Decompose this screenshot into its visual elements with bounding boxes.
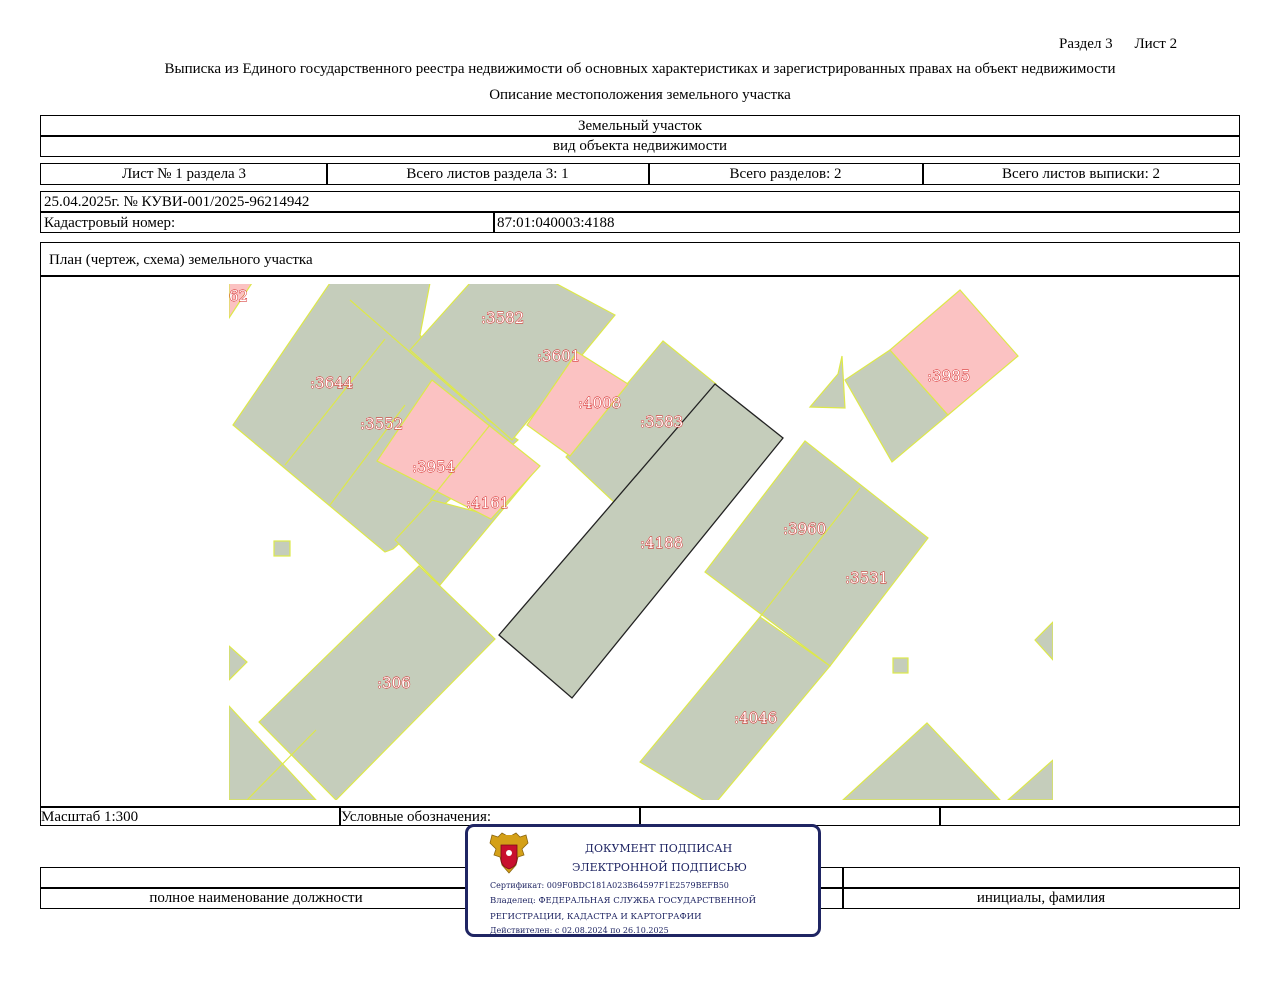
plan-title: План (чертеж, схема) земельного участка xyxy=(49,252,313,268)
owner-line-2: РЕГИСТРАЦИИ, КАДАСТРА И КАРТОГРАФИИ xyxy=(490,912,702,922)
parcel-label-306: :306 xyxy=(377,674,411,692)
parcel-label-4046: :4046 xyxy=(734,709,777,727)
owner-line-1: Владелец: ФЕДЕРАЛЬНАЯ СЛУЖБА ГОСУДАРСТВЕ… xyxy=(490,896,757,906)
section-sheet-header: Раздел 3 Лист 2 xyxy=(1059,36,1177,53)
cadastral-plan-map: 62 :3582 :3601 :3644 :4008 :3583 :3552 :… xyxy=(40,276,1240,806)
legend-label: Условные обозначения: xyxy=(341,809,492,825)
sheet-number: Лист 2 xyxy=(1134,36,1178,52)
parcel-label-3582: :3582 xyxy=(481,309,524,327)
cadastral-number-label: Кадастровый номер: xyxy=(44,215,176,231)
coat-of-arms-icon xyxy=(489,832,529,874)
sheet-number-cell: Лист № 1 раздела 3 xyxy=(122,166,246,182)
total-section-sheets-cell: Всего листов раздела 3: 1 xyxy=(406,166,569,182)
parcel-label-3531: :3531 xyxy=(845,569,888,587)
signature-line-2: ЭЛЕКТРОННОЙ ПОДПИСЬЮ xyxy=(572,861,747,874)
signature-line-1: ДОКУМЕНТ ПОДПИСАН xyxy=(585,842,733,855)
plan-drawing: 62 :3582 :3601 :3644 :4008 :3583 :3552 :… xyxy=(229,284,1053,800)
parcel-square-left xyxy=(273,540,291,557)
parcel-bottom-tri xyxy=(842,722,1001,800)
parcel-label-62: 62 xyxy=(229,287,248,305)
total-sections-cell: Всего разделов: 2 xyxy=(729,166,842,182)
parcel-label-3601: :3601 xyxy=(537,347,580,365)
certificate-number: Сертификат: 009F0BDC181A023B64597F1E2579… xyxy=(490,881,729,890)
parcel-square-right xyxy=(892,657,909,674)
sheets-info-table: Лист № 1 раздела 3 Всего листов раздела … xyxy=(40,163,1240,185)
parcel-right-bottom xyxy=(1007,759,1053,800)
section-number: Раздел 3 xyxy=(1059,36,1113,52)
object-type-value: Земельный участок xyxy=(577,118,703,134)
parcel-label-3644: :3644 xyxy=(310,374,353,392)
document-subtitle: Описание местоположения земельного участ… xyxy=(489,87,791,103)
parcel-label-3954: :3954 xyxy=(412,458,455,476)
total-extract-sheets-cell: Всего листов выписки: 2 xyxy=(1002,166,1160,182)
scale-label: Масштаб 1:300 xyxy=(41,809,139,825)
parcel-label-3583: :3583 xyxy=(640,413,683,431)
cadastral-number-value: 87:01:040003:4188 xyxy=(497,215,615,231)
validity-period: Действителен: с 02.08.2024 по 26.10.2025 xyxy=(490,926,669,935)
document-title: Выписка из Единого государственного реес… xyxy=(164,61,1116,77)
parcel-right-small xyxy=(1034,621,1053,661)
position-caption: полное наименование должности xyxy=(149,890,363,906)
parcel-label-3552: :3552 xyxy=(360,415,403,433)
object-type-caption: вид объекта недвижимости xyxy=(552,138,728,154)
parcel-triangle xyxy=(808,355,846,409)
object-type-table: Земельный участок вид объекта недвижимос… xyxy=(40,115,1240,157)
initials-caption: инициалы, фамилия xyxy=(976,890,1106,906)
parcel-label-4161: :4161 xyxy=(466,494,509,512)
parcel-label-3985: :3985 xyxy=(927,367,970,385)
electronic-signature-stamp: ДОКУМЕНТ ПОДПИСАН ЭЛЕКТРОННОЙ ПОДПИСЬЮ С… xyxy=(465,824,821,937)
parcel-label-4008: :4008 xyxy=(578,394,621,412)
extract-date-number: 25.04.2025г. № КУВИ-001/2025-96214942 xyxy=(44,194,310,210)
parcel-label-3960: :3960 xyxy=(783,520,826,538)
parcel-label-4188: :4188 xyxy=(640,534,683,552)
parcel-left-small xyxy=(229,645,248,681)
record-table: 25.04.2025г. № КУВИ-001/2025-96214942 Ка… xyxy=(40,191,1240,233)
